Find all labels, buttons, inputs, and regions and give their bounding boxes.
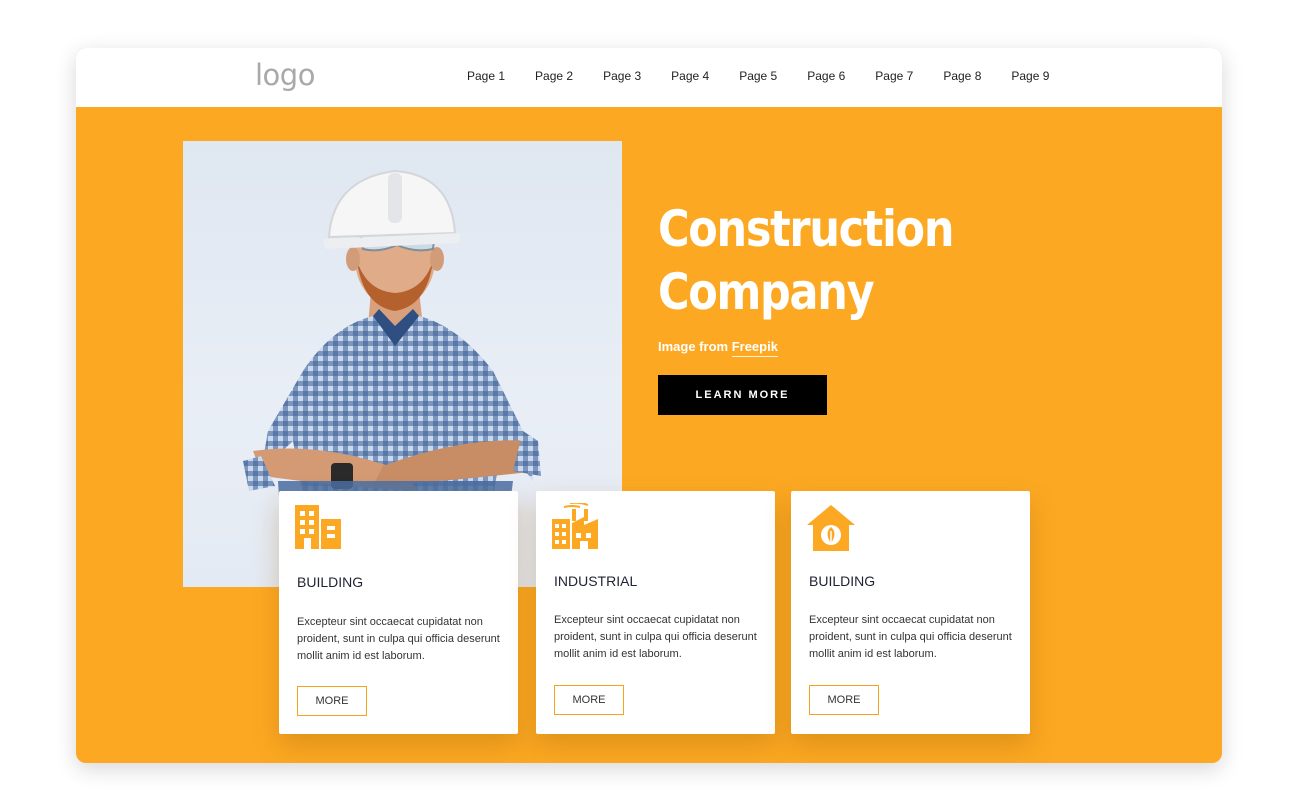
card-text: Excepteur sint occaecat cupidatat non pr… xyxy=(554,614,757,660)
service-card: BUILDING Excepteur sint occaecat cupidat… xyxy=(791,491,1030,734)
hero-title-line-2: Company xyxy=(658,263,875,321)
nav-page-7[interactable]: Page 7 xyxy=(875,69,913,83)
nav-page-8[interactable]: Page 8 xyxy=(943,69,981,83)
more-button[interactable]: MORE xyxy=(554,685,624,715)
freepik-link[interactable]: Freepik xyxy=(731,339,778,357)
site-window: logo Page 1 Page 2 Page 3 Page 4 Page 5 … xyxy=(76,48,1222,763)
building-icon xyxy=(293,503,345,556)
card-text: Excepteur sint occaecat cupidatat non pr… xyxy=(809,614,1012,660)
main-nav: Page 1 Page 2 Page 3 Page 4 Page 5 Page … xyxy=(467,69,1079,83)
hero-title: Construction Company xyxy=(658,198,954,324)
logo[interactable]: logo xyxy=(255,58,315,92)
factory-icon xyxy=(550,501,602,556)
nav-page-2[interactable]: Page 2 xyxy=(535,69,573,83)
more-button[interactable]: MORE xyxy=(809,685,879,715)
service-card: BUILDING Excepteur sint occaecat cupidat… xyxy=(279,491,518,734)
card-title: INDUSTRIAL xyxy=(554,573,638,589)
card-title: BUILDING xyxy=(809,573,876,589)
nav-page-5[interactable]: Page 5 xyxy=(739,69,777,83)
nav-page-6[interactable]: Page 6 xyxy=(807,69,845,83)
nav-page-4[interactable]: Page 4 xyxy=(671,69,709,83)
card-title: BUILDING xyxy=(297,574,364,590)
nav-page-9[interactable]: Page 9 xyxy=(1011,69,1049,83)
learn-more-button[interactable]: LEARN MORE xyxy=(658,375,827,415)
nav-page-1[interactable]: Page 1 xyxy=(467,69,505,83)
image-credit-prefix: Image from xyxy=(658,339,732,354)
hero-title-line-1: Construction xyxy=(658,200,954,258)
top-navbar: logo Page 1 Page 2 Page 3 Page 4 Page 5 … xyxy=(76,48,1222,107)
card-text: Excepteur sint occaecat cupidatat non pr… xyxy=(297,616,500,662)
eco-house-icon xyxy=(805,503,857,558)
service-card: INDUSTRIAL Excepteur sint occaecat cupid… xyxy=(536,491,775,734)
nav-page-3[interactable]: Page 3 xyxy=(603,69,641,83)
image-credit: Image from Freepik xyxy=(658,339,778,357)
more-button[interactable]: MORE xyxy=(297,686,367,716)
